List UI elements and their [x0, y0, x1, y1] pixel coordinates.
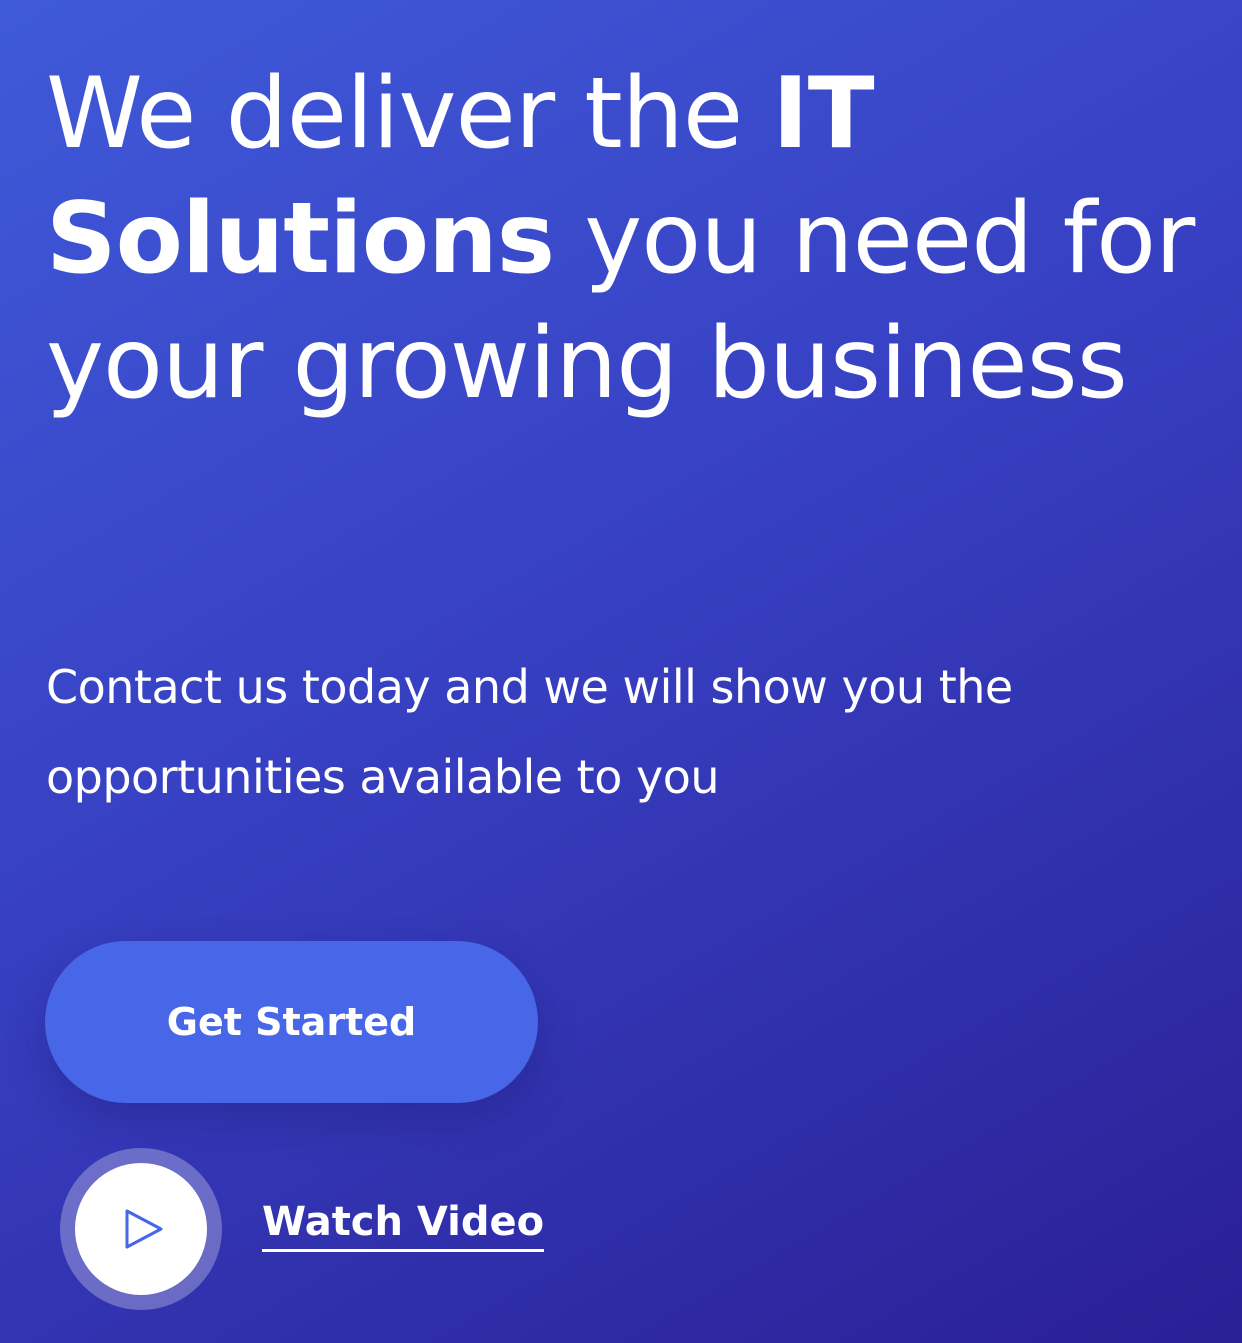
headline-text-start: We deliver the: [46, 57, 773, 171]
hero-section: We deliver the IT Solutions you need for…: [0, 0, 1242, 1343]
play-icon: [125, 1209, 163, 1249]
play-button-disc: [75, 1163, 207, 1295]
hero-subtext: Contact us today and we will show you th…: [46, 660, 1013, 804]
play-video-button[interactable]: [60, 1148, 222, 1310]
hero-headline: We deliver the IT Solutions you need for…: [46, 52, 1196, 427]
watch-video-link[interactable]: Watch Video: [262, 1199, 545, 1252]
get-started-button[interactable]: Get Started: [45, 941, 538, 1103]
